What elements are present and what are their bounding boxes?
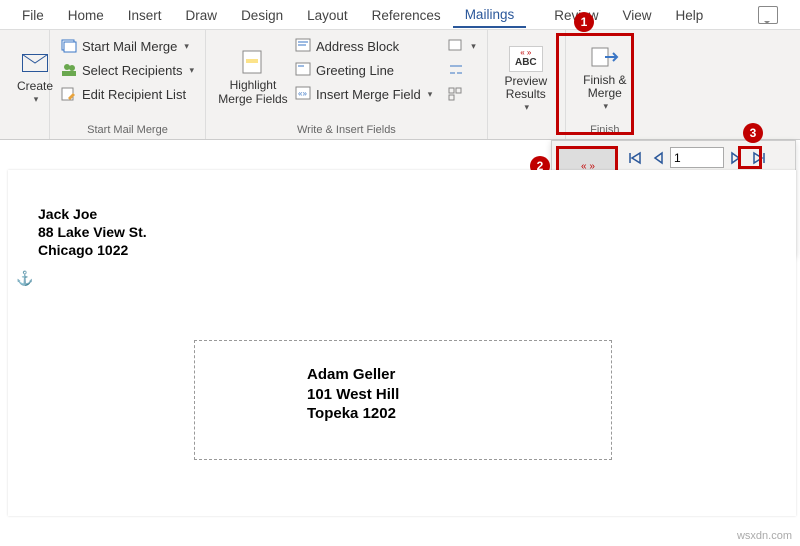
return-street: 88 Lake View St. [38, 223, 147, 241]
tab-view[interactable]: View [610, 2, 663, 27]
chevron-down-icon: ▾ [428, 89, 433, 100]
group-label-create [8, 134, 41, 139]
group-label-start: Start Mail Merge [58, 122, 197, 139]
tab-home[interactable]: Home [56, 2, 116, 27]
tab-file[interactable]: File [10, 2, 56, 27]
delivery-street: 101 West Hill [307, 385, 611, 405]
badge-1: 1 [574, 12, 594, 32]
start-mail-merge-button[interactable]: Start Mail Merge▾ [58, 34, 197, 58]
highlight-icon [239, 48, 267, 76]
address-block-icon [295, 38, 311, 54]
chevron-down-icon: ▾ [525, 102, 530, 112]
edit-recipient-list-button[interactable]: Edit Recipient List [58, 82, 197, 106]
return-address: Jack Joe 88 Lake View St. Chicago 1022 [38, 205, 147, 260]
record-number-input[interactable] [670, 147, 724, 168]
rules-button[interactable]: ▾ [445, 34, 479, 58]
group-label-write: Write & Insert Fields [214, 122, 479, 139]
tab-review[interactable]: Review [526, 2, 610, 27]
group-start-mail-merge: Start Mail Merge▾ Select Recipients▾ Edi… [50, 30, 206, 139]
highlight-merge-fields-button[interactable]: Highlight Merge Fields [214, 34, 292, 118]
callout-3 [738, 146, 762, 169]
comments-icon[interactable] [758, 6, 778, 24]
group-preview-results: « » ABC Preview Results ▾ [488, 30, 566, 139]
tab-insert[interactable]: Insert [116, 2, 174, 27]
tab-references[interactable]: References [360, 2, 453, 27]
tab-draw[interactable]: Draw [174, 2, 230, 27]
svg-text:«»: «» [298, 89, 307, 98]
rules-icon [448, 38, 464, 54]
document-page: Jack Joe 88 Lake View St. Chicago 1022 ⚓… [8, 170, 796, 516]
return-name: Jack Joe [38, 205, 147, 223]
chevron-down-icon: ▾ [189, 65, 194, 76]
greeting-line-button[interactable]: Greeting Line [292, 58, 435, 82]
chevron-down-icon: ▾ [184, 41, 189, 52]
merge-field-icon: «» [295, 86, 311, 102]
delivery-address-box[interactable]: Adam Geller 101 West Hill Topeka 1202 [194, 340, 612, 460]
group-create: Create ▾ [0, 30, 50, 139]
recipients-icon [61, 62, 77, 78]
anchor-icon: ⚓ [16, 270, 33, 287]
tab-design[interactable]: Design [229, 2, 295, 27]
delivery-city: Topeka 1202 [307, 404, 611, 424]
delivery-name: Adam Geller [307, 365, 611, 385]
group-write-insert: Highlight Merge Fields Address Block Gre… [206, 30, 488, 139]
select-recipients-button[interactable]: Select Recipients▾ [58, 58, 197, 82]
tab-help[interactable]: Help [664, 2, 716, 27]
prev-record-button[interactable] [647, 147, 669, 168]
abc-icon: « » ABC [509, 46, 543, 72]
update-labels-button[interactable] [445, 82, 479, 106]
address-block-button[interactable]: Address Block [292, 34, 435, 58]
ribbon: Create ▾ Start Mail Merge▾ Select Recipi… [0, 30, 800, 140]
menu-tabs: File Home Insert Draw Design Layout Refe… [0, 0, 800, 30]
edit-list-icon [61, 86, 77, 102]
callout-1 [556, 33, 634, 135]
chevron-down-icon: ▾ [34, 94, 39, 104]
chevron-down-icon: ▾ [471, 41, 476, 52]
match-icon [448, 62, 464, 78]
first-record-button[interactable] [624, 147, 646, 168]
match-fields-button[interactable] [445, 58, 479, 82]
insert-merge-field-button[interactable]: «» Insert Merge Field▾ [292, 82, 435, 106]
greeting-icon [295, 62, 311, 78]
update-icon [448, 86, 464, 102]
envelope-icon [21, 49, 49, 77]
badge-3: 3 [743, 123, 763, 143]
tab-layout[interactable]: Layout [295, 2, 360, 27]
watermark: wsxdn.com [737, 530, 792, 542]
create-label: Create [17, 80, 53, 94]
preview-results-button[interactable]: « » ABC Preview Results ▾ [492, 34, 560, 122]
tab-mailings[interactable]: Mailings [453, 1, 527, 28]
mail-merge-icon [61, 38, 77, 54]
return-city: Chicago 1022 [38, 241, 147, 259]
